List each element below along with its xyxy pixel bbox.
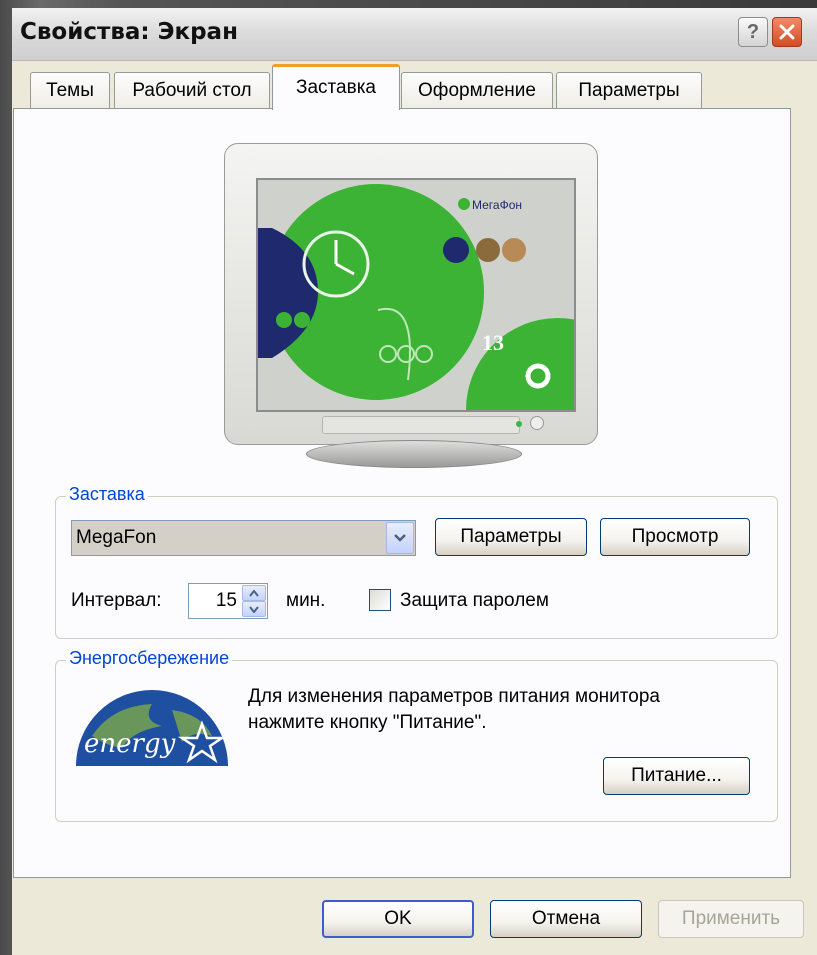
chevron-down-icon: [249, 605, 259, 613]
screensaver-group-label: Заставка: [66, 484, 148, 505]
power-description-line2: нажмите кнопку "Питание".: [248, 712, 487, 733]
screensaver-dropdown-button[interactable]: [386, 522, 414, 554]
megafon-logo-text: МегаФон: [472, 198, 522, 212]
power-saving-group-label: Энергосбережение: [66, 648, 233, 669]
chevron-up-icon: [249, 589, 259, 597]
password-protection-label[interactable]: Защита паролем: [400, 590, 549, 612]
monitor-chin: [322, 416, 520, 434]
apply-button: Применить: [658, 900, 804, 938]
ok-button[interactable]: OK: [322, 900, 474, 938]
interval-down-button[interactable]: [242, 601, 266, 617]
power-button[interactable]: Питание...: [603, 757, 750, 795]
interval-label: Интервал:: [71, 590, 162, 611]
cancel-button[interactable]: Отмена: [490, 900, 642, 938]
tab-settings[interactable]: Параметры: [556, 72, 702, 108]
close-icon: [779, 24, 795, 40]
screensaver-select[interactable]: MegaFon: [71, 520, 416, 556]
tab-themes[interactable]: Темы: [30, 72, 110, 108]
interval-up-button[interactable]: [242, 585, 266, 601]
screensaver-settings-button[interactable]: Параметры: [435, 518, 587, 556]
power-led: [516, 421, 522, 427]
screensaver-preview-button[interactable]: Просмотр: [600, 518, 750, 556]
power-description-line1: Для изменения параметров питания монитор…: [248, 686, 660, 707]
tab-desktop[interactable]: Рабочий стол: [114, 72, 270, 108]
interval-stepper[interactable]: 15: [188, 583, 268, 619]
help-icon: ?: [746, 20, 760, 43]
window-title: Свойства: Экран: [20, 19, 238, 45]
tab-screensaver[interactable]: Заставка: [272, 64, 400, 110]
screensaver-select-value: MegaFon: [76, 527, 157, 548]
energy-star-logo: energy: [76, 690, 228, 766]
interval-unit: мин.: [286, 590, 326, 611]
preview-date: 13: [482, 330, 504, 355]
energy-logo-text: energy: [84, 729, 176, 759]
title-bar[interactable]: Свойства: Экран ?: [12, 8, 817, 61]
screensaver-preview-screen: МегаФон 13: [256, 178, 576, 412]
password-protection-checkbox[interactable]: [369, 589, 391, 611]
chevron-down-icon: [394, 534, 406, 542]
monitor-power-knob: [530, 416, 544, 430]
tab-appearance[interactable]: Оформление: [401, 72, 553, 108]
close-button[interactable]: [772, 17, 802, 47]
help-button[interactable]: ?: [738, 17, 768, 47]
interval-value[interactable]: 15: [216, 590, 237, 612]
monitor-stand: [306, 440, 522, 468]
megafon-screensaver-image: МегаФон 13: [258, 180, 574, 410]
